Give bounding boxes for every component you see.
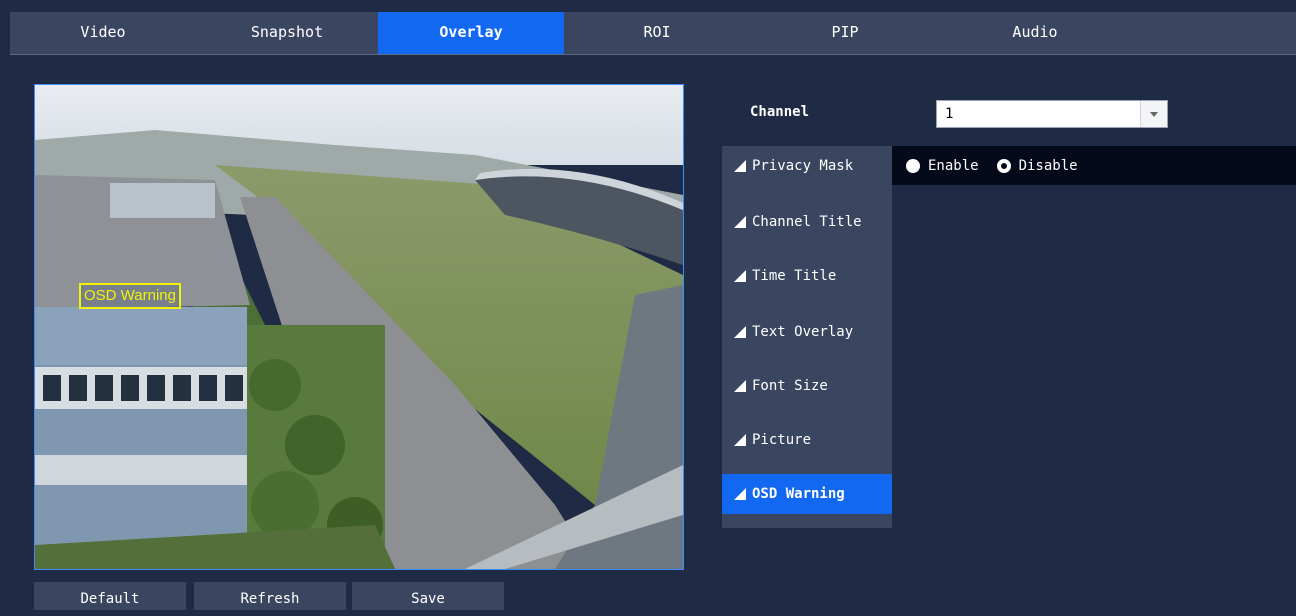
osd-warning-box[interactable]: OSD Warning — [79, 283, 181, 309]
triangle-icon — [734, 216, 746, 228]
menu-item-label: Font Size — [752, 378, 828, 394]
menu-item-label: Time Title — [752, 268, 837, 284]
menu-item-label: Channel Title — [752, 214, 862, 230]
chevron-down-icon[interactable] — [1140, 101, 1167, 127]
tab-overlay[interactable]: Overlay — [378, 12, 564, 54]
enable-radio[interactable]: Enable — [906, 158, 979, 174]
channel-select[interactable]: 1 — [936, 100, 1168, 128]
triangle-icon — [734, 160, 746, 172]
menu-item-label: OSD Warning — [752, 486, 845, 502]
video-preview[interactable]: OSD Warning — [34, 84, 684, 570]
triangle-icon — [734, 326, 746, 338]
menu-item-privacy-mask[interactable]: Privacy Mask — [722, 146, 892, 186]
menu-item-label: Picture — [752, 432, 812, 448]
menu-item-channel-title[interactable]: Channel Title — [722, 202, 892, 242]
save-button[interactable]: Save — [352, 582, 504, 610]
disable-radio[interactable]: Disable — [996, 157, 1078, 174]
refresh-button[interactable]: Refresh — [194, 582, 346, 610]
menu-item-label: Privacy Mask — [752, 158, 854, 174]
radio-selected-icon[interactable] — [996, 158, 1011, 173]
menu-item-text-overlay[interactable]: Text Overlay — [722, 312, 892, 352]
triangle-icon — [734, 488, 746, 500]
tab-bar: Video Snapshot Overlay ROI PIP Audio — [10, 12, 1296, 55]
menu-item-picture[interactable]: Picture — [722, 420, 892, 460]
tab-pip[interactable]: PIP — [750, 12, 940, 54]
disable-label: Disable — [1018, 157, 1078, 174]
triangle-icon — [734, 434, 746, 446]
overlay-menu: Privacy Mask Channel Title Time Title Te… — [722, 146, 892, 528]
radio-unselected-icon[interactable] — [906, 158, 920, 173]
menu-item-font-size[interactable]: Font Size — [722, 366, 892, 406]
enable-label: Enable — [928, 157, 979, 174]
menu-item-label: Text Overlay — [752, 324, 854, 340]
default-button[interactable]: Default — [34, 582, 186, 610]
menu-item-osd-warning[interactable]: OSD Warning — [722, 474, 892, 514]
tab-audio[interactable]: Audio — [940, 12, 1130, 54]
channel-label: Channel — [750, 104, 810, 120]
menu-item-time-title[interactable]: Time Title — [722, 256, 892, 296]
tab-video[interactable]: Video — [10, 12, 196, 54]
tab-snapshot[interactable]: Snapshot — [196, 12, 378, 54]
osd-warning-options: Enable Disable — [892, 146, 1296, 185]
tab-roi[interactable]: ROI — [564, 12, 750, 54]
channel-select-value: 1 — [945, 106, 954, 122]
camera-image — [35, 85, 683, 569]
triangle-icon — [734, 380, 746, 392]
triangle-icon — [734, 270, 746, 282]
